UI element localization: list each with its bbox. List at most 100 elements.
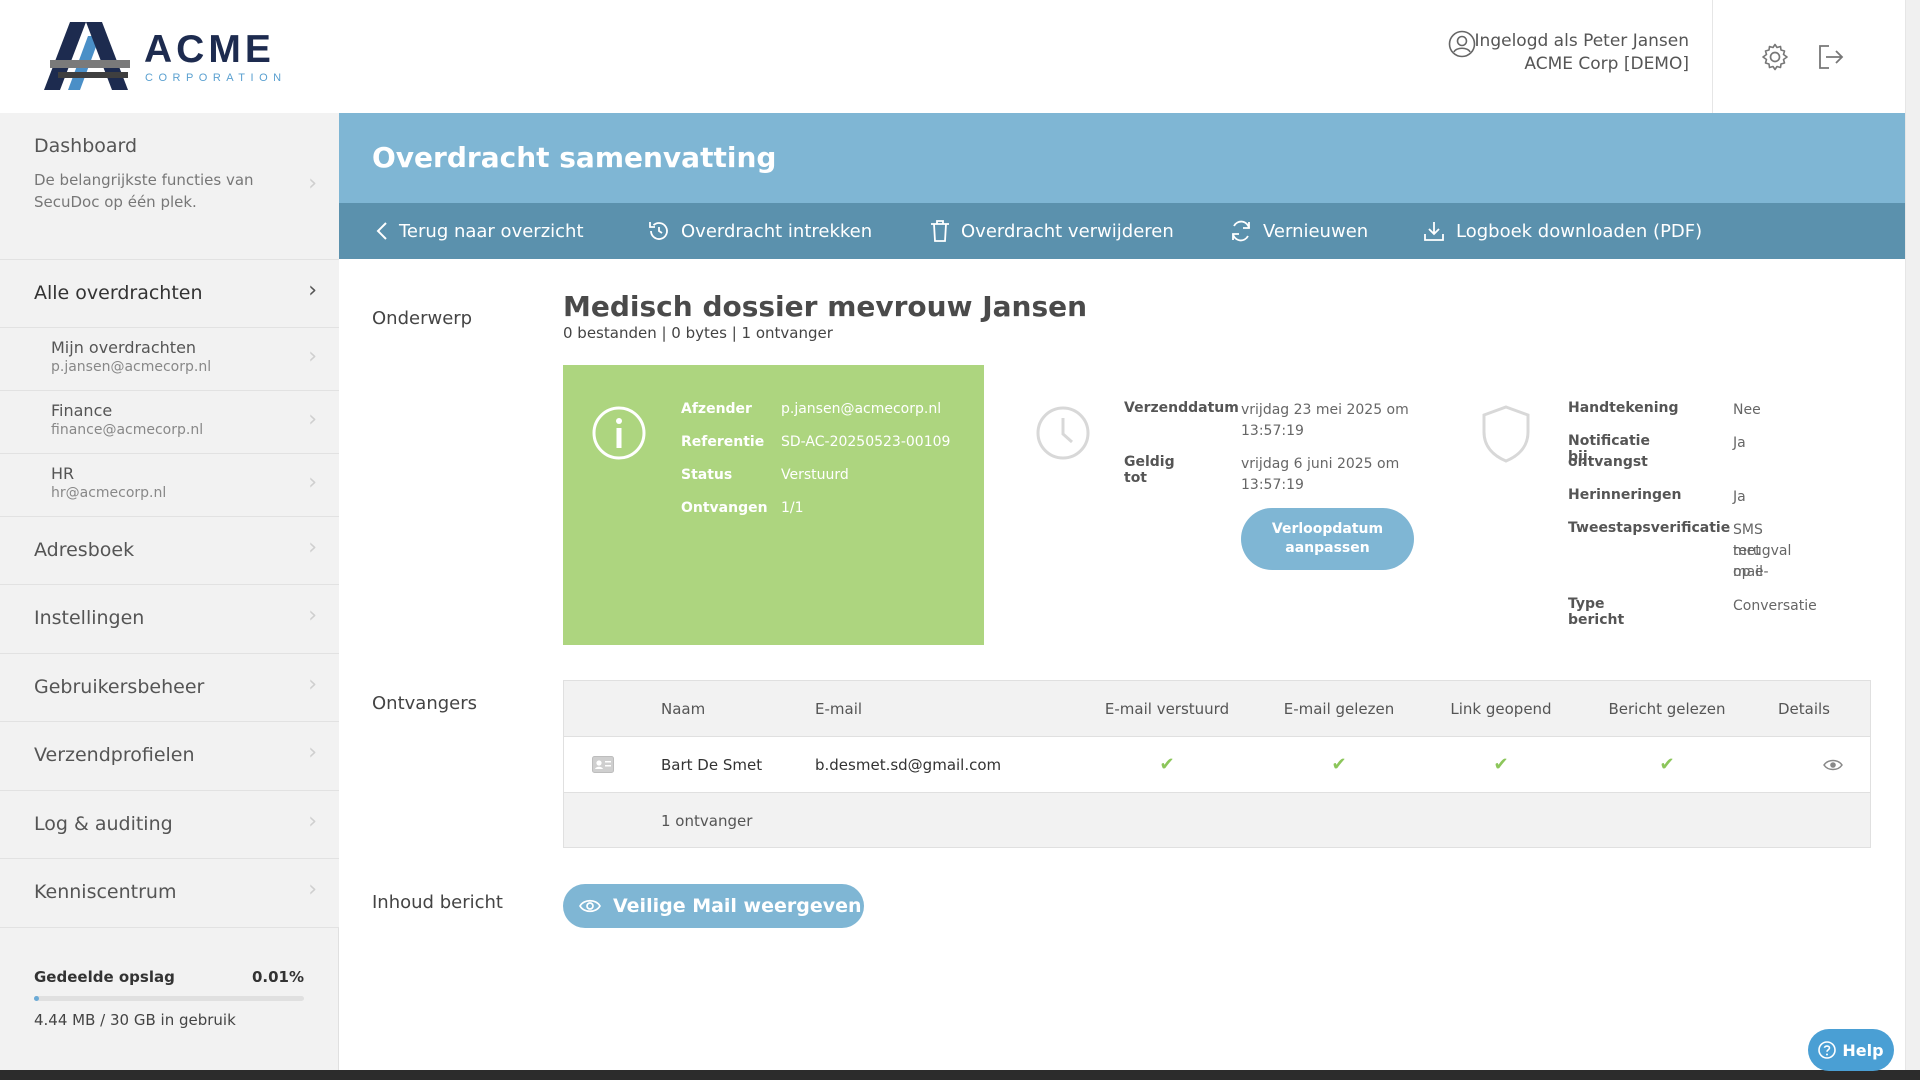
view-secure-mail-button[interactable]: Veilige Mail weergeven <box>563 884 864 928</box>
reference-key: Referentie <box>681 434 765 450</box>
info-icon <box>592 406 646 460</box>
acme-logo[interactable]: ACME CORPORATION <box>44 22 284 92</box>
page-title-band: Overdracht samenvatting <box>339 113 1905 203</box>
sidebar-subitem-email: p.jansen@acmecorp.nl <box>51 359 212 375</box>
column-header-email: E-mail <box>815 700 863 718</box>
reminders-key: Herinneringen <box>1568 487 1682 503</box>
recipients-section-label: Ontvangers <box>372 693 478 714</box>
storage-used-text: 4.44 MB / 30 GB in gebruik <box>34 1011 236 1029</box>
sidebar-item-address-book[interactable]: Adresboek › <box>0 517 339 585</box>
revoke-transfer-button[interactable]: Overdracht intrekken <box>647 203 872 259</box>
sidebar-item-label: Verzendprofielen <box>34 744 195 766</box>
eye-icon[interactable] <box>1823 758 1843 772</box>
sidebar-item-description: De belangrijkste functies van SecuDoc op… <box>34 171 254 211</box>
column-header-email-sent: E-mail verstuurd <box>1104 700 1230 718</box>
table-row[interactable]: Bart De Smet b.desmet.sd@gmail.com ✔ ✔ ✔… <box>564 737 1870 793</box>
sidebar-item-label: Log & auditing <box>34 813 173 835</box>
logout-icon[interactable] <box>1816 42 1846 72</box>
chevron-right-icon: › <box>308 278 317 303</box>
download-log-label: Logboek downloaden (PDF) <box>1456 220 1703 242</box>
chevron-right-icon: › <box>308 877 317 902</box>
sidebar-item-all-transfers[interactable]: Alle overdrachten › <box>0 260 339 328</box>
user-icon <box>1448 30 1476 58</box>
signature-value: Nee <box>1733 402 1761 418</box>
contact-card-icon <box>592 756 614 773</box>
shield-icon <box>1482 405 1530 463</box>
sidebar-subitem-my-transfers[interactable]: Mijn overdrachten p.jansen@acmecorp.nl › <box>0 328 339 391</box>
action-toolbar: Terug naar overzicht Overdracht intrekke… <box>339 203 1905 259</box>
reference-value: SD-AC-20250523-00109 <box>781 434 951 450</box>
notification-key-2: ontvangst <box>1568 454 1648 470</box>
sidebar-subitem-email: hr@acmecorp.nl <box>51 485 167 501</box>
sidebar-item-send-profiles[interactable]: Verzendprofielen › <box>0 722 339 791</box>
user-info: Ingelogd als Peter Jansen ACME Corp [DEM… <box>1475 30 1689 76</box>
status-key: Status <box>681 467 733 483</box>
sidebar-item-log-auditing[interactable]: Log & auditing › <box>0 791 339 859</box>
sidebar-item-user-management[interactable]: Gebruikersbeheer › <box>0 654 339 722</box>
chevron-right-icon: › <box>308 407 317 432</box>
chevron-right-icon: › <box>308 809 317 834</box>
transfer-subject: Medisch dossier mevrouw Jansen <box>563 290 1088 323</box>
table-header: Naam E-mail E-mail verstuurd E-mail gele… <box>564 681 1870 737</box>
two-factor-value-3: mail <box>1733 564 1763 580</box>
chevron-right-icon: › <box>308 344 317 369</box>
sender-row: Afzender p.jansen@acmecorp.nl <box>681 401 941 417</box>
storage-percent: 0.01% <box>251 968 304 986</box>
download-log-button[interactable]: Logboek downloaden (PDF) <box>1422 203 1702 259</box>
message-type-value: Conversatie <box>1733 598 1817 614</box>
sidebar-subitem-hr[interactable]: HR hr@acmecorp.nl › <box>0 454 339 517</box>
chevron-left-icon <box>376 222 387 240</box>
header-divider <box>1712 0 1713 113</box>
sender-key: Afzender <box>681 401 752 417</box>
vertical-scrollbar[interactable] <box>1905 0 1920 1070</box>
help-label: Help <box>1842 1040 1884 1060</box>
sidebar-item-settings[interactable]: Instellingen › <box>0 585 339 654</box>
reference-row: Referentie SD-AC-20250523-00109 <box>681 434 950 450</box>
brand-name: ACME <box>144 28 275 71</box>
sidebar-item-label: Kenniscentrum <box>34 881 177 903</box>
sidebar-item-label: Adresboek <box>34 539 135 561</box>
sent-date-value-1: vrijdag 23 mei 2025 om <box>1241 402 1409 418</box>
acme-logo-mark-icon <box>44 22 130 90</box>
transfer-meta: 0 bestanden | 0 bytes | 1 ontvanger <box>563 324 833 342</box>
logged-in-user: Ingelogd als Peter Jansen <box>1474 31 1689 51</box>
sidebar-item-knowledge-center[interactable]: Kenniscentrum › <box>0 859 339 928</box>
chevron-right-icon: › <box>308 740 317 765</box>
recipients-table: Naam E-mail E-mail verstuurd E-mail gele… <box>563 680 1871 848</box>
sidebar-subitem-label: Finance <box>51 401 113 420</box>
email-sent-check-icon: ✔ <box>1159 754 1175 775</box>
sidebar-item-dashboard[interactable]: Dashboard De belangrijkste functies van … <box>0 113 339 260</box>
adjust-expiry-button[interactable]: Verloopdatum aanpassen <box>1241 508 1414 570</box>
sidebar-item-label: Instellingen <box>34 607 145 629</box>
delete-transfer-button[interactable]: Overdracht verwijderen <box>929 203 1174 259</box>
revoke-transfer-label: Overdracht intrekken <box>681 220 873 242</box>
chevron-right-icon: › <box>308 470 317 495</box>
top-header: ACME CORPORATION Ingelogd als Peter Jans… <box>0 0 1905 113</box>
settings-gear-icon[interactable] <box>1760 42 1790 72</box>
sidebar-subitem-label: HR <box>51 464 75 483</box>
help-button[interactable]: Help <box>1808 1029 1894 1071</box>
renew-button[interactable]: Vernieuwen <box>1229 203 1368 259</box>
back-to-overview-button[interactable]: Terug naar overzicht <box>375 203 584 259</box>
trash-icon <box>931 220 949 242</box>
sender-value: p.jansen@acmecorp.nl <box>781 401 942 417</box>
view-secure-mail-label: Veilige Mail weergeven <box>613 895 862 917</box>
back-to-overview-label: Terug naar overzicht <box>399 220 584 242</box>
received-value: 1/1 <box>781 500 804 516</box>
column-header-link-opened: Link geopend <box>1450 700 1552 718</box>
sidebar-item-label: Gebruikersbeheer <box>34 676 205 698</box>
table-footer: 1 ontvanger <box>564 793 1870 848</box>
status-row: Status Verstuurd <box>681 467 849 483</box>
valid-until-value-1: vrijdag 6 juni 2025 om <box>1241 456 1400 472</box>
valid-until-key: Geldig tot <box>1124 454 1175 486</box>
brand-subtitle: CORPORATION <box>145 72 287 84</box>
sidebar-item-label: Dashboard <box>34 135 138 157</box>
adjust-expiry-label-2: aanpassen <box>1285 540 1370 556</box>
sidebar-subitem-finance[interactable]: Finance finance@acmecorp.nl › <box>0 391 339 454</box>
storage-progress-bar <box>34 996 304 1001</box>
sidebar: Dashboard De belangrijkste functies van … <box>0 113 339 1070</box>
column-header-name: Naam <box>661 700 706 718</box>
received-key: Ontvangen <box>681 500 768 516</box>
content-section-label: Inhoud bericht <box>372 892 503 913</box>
history-icon <box>649 222 668 240</box>
